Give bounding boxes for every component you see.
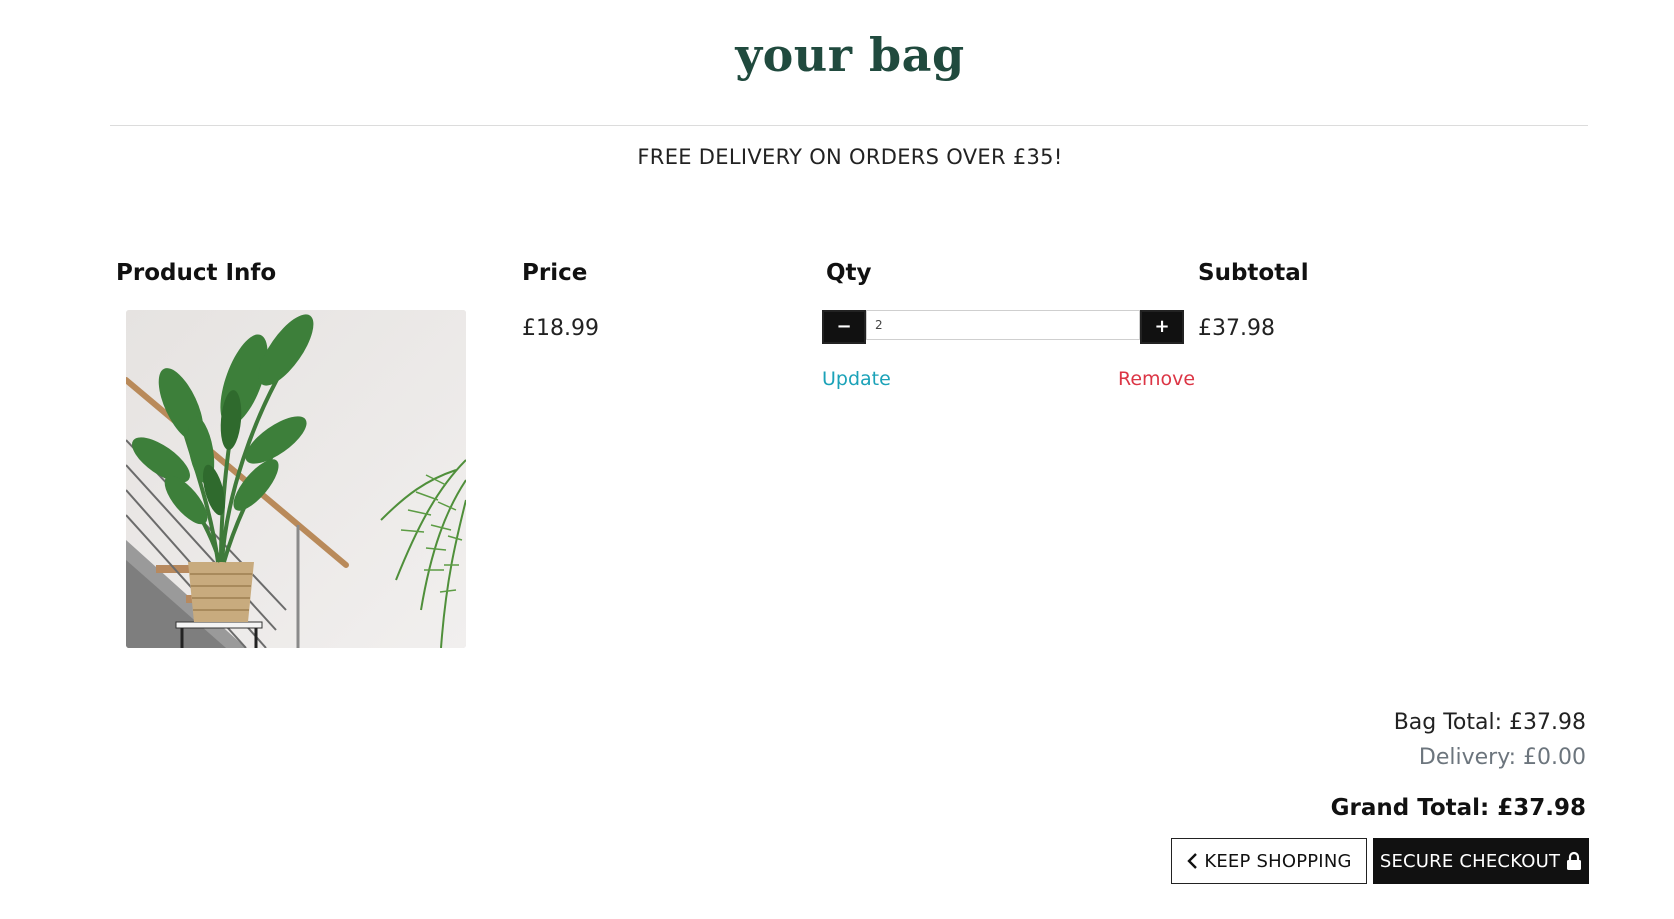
header-qty: Qty xyxy=(826,260,872,286)
increment-button[interactable]: + xyxy=(1140,310,1184,344)
lock-icon xyxy=(1566,851,1582,871)
quantity-input[interactable]: 2 xyxy=(866,310,1140,340)
secure-checkout-label: SECURE CHECKOUT xyxy=(1379,850,1561,872)
remove-link[interactable]: Remove xyxy=(1118,368,1195,390)
title-divider xyxy=(110,125,1588,126)
delivery-promo-banner: FREE DELIVERY ON ORDERS OVER £35! xyxy=(637,145,1063,169)
page-title: your bag xyxy=(735,28,965,82)
chevron-left-icon xyxy=(1186,852,1198,870)
delivery-cost: Delivery: £0.00 xyxy=(1418,745,1586,770)
item-subtotal: £37.98 xyxy=(1198,316,1275,341)
decrement-button[interactable]: − xyxy=(822,310,866,344)
grand-total: Grand Total: £37.98 xyxy=(1330,795,1586,821)
header-price: Price xyxy=(522,260,588,286)
item-price: £18.99 xyxy=(522,316,599,341)
product-image[interactable] xyxy=(126,310,466,648)
bag-total: Bag Total: £37.98 xyxy=(1393,710,1586,735)
keep-shopping-label: KEEP SHOPPING xyxy=(1204,850,1352,872)
keep-shopping-button[interactable]: KEEP SHOPPING xyxy=(1171,838,1367,884)
header-product-info: Product Info xyxy=(116,260,277,286)
secure-checkout-button[interactable]: SECURE CHECKOUT xyxy=(1373,838,1589,884)
update-link[interactable]: Update xyxy=(822,368,891,390)
header-subtotal: Subtotal xyxy=(1198,260,1309,286)
quantity-stepper: − 2 + xyxy=(822,310,1184,344)
